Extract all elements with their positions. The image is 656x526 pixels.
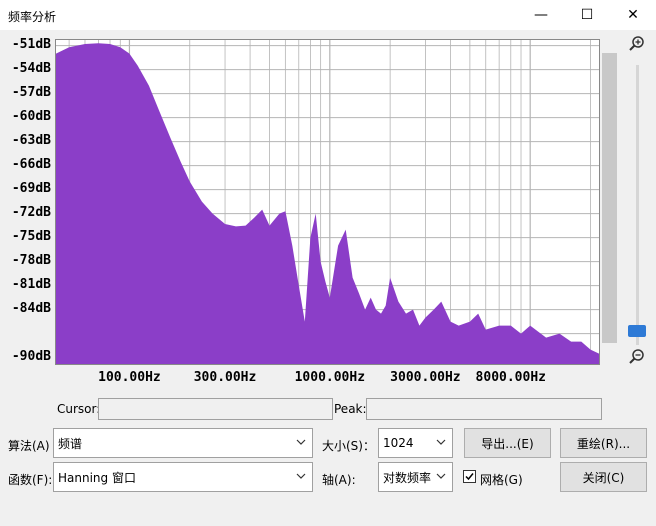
x-tick-label: 300.00Hz xyxy=(193,370,257,385)
x-tick-label: 3000.00Hz xyxy=(390,370,461,385)
size-label: 大小(S)： xyxy=(322,439,375,453)
spectrum-svg xyxy=(56,40,599,364)
y-tick-label: -84dB xyxy=(11,300,51,316)
function-select[interactable]: Hanning 窗口 xyxy=(53,462,313,492)
grid-checkbox[interactable] xyxy=(463,470,476,483)
y-tick-label: -57dB xyxy=(11,84,51,100)
algorithm-select[interactable]: 频谱 xyxy=(53,428,313,458)
export-button[interactable]: 导出...(E) xyxy=(464,428,551,458)
axis-value: 对数频率 xyxy=(383,470,432,485)
x-tick-label: 100.00Hz xyxy=(98,370,161,385)
zoom-out-icon[interactable] xyxy=(628,348,646,366)
zoom-in-icon[interactable] xyxy=(628,35,646,53)
y-tick-label: -78dB xyxy=(11,252,51,268)
spectrum-plot[interactable] xyxy=(55,39,600,365)
algorithm-value: 频谱 xyxy=(58,436,83,451)
vertical-scrollbar[interactable] xyxy=(602,53,617,343)
zoom-slider-knob[interactable] xyxy=(628,325,646,337)
function-value: Hanning 窗口 xyxy=(58,470,136,485)
maximize-icon: ☐ xyxy=(580,7,594,23)
chevron-down-icon xyxy=(436,439,446,445)
maximize-button[interactable]: ☐ xyxy=(564,0,610,30)
chevron-down-icon xyxy=(296,439,306,445)
y-tick-label: -51dB xyxy=(11,36,51,52)
chevron-down-icon xyxy=(296,473,306,479)
size-value: 1024 xyxy=(383,436,414,450)
checkmark-icon xyxy=(465,473,474,481)
function-label: 函数(F): xyxy=(8,473,53,487)
minimize-icon: — xyxy=(534,7,548,23)
close-window-button[interactable]: ✕ xyxy=(610,0,656,30)
y-tick-label: -60dB xyxy=(11,108,51,124)
cursor-label: Cursor: xyxy=(57,402,101,416)
y-tick-label: -90dB xyxy=(11,348,51,364)
y-tick-label: -69dB xyxy=(11,180,51,196)
peak-label: Peak: xyxy=(334,402,367,416)
x-tick-label: 1000.00Hz xyxy=(294,370,366,385)
algorithm-label: 算法(A) xyxy=(8,439,50,453)
peak-field xyxy=(366,398,602,420)
replot-button[interactable]: 重绘(R)... xyxy=(560,428,647,458)
close-button[interactable]: 关闭(C) xyxy=(560,462,647,492)
x-tick-label: 8000.00Hz xyxy=(475,370,546,385)
y-tick-label: -72dB xyxy=(11,204,51,220)
close-icon: ✕ xyxy=(627,7,639,23)
axis-label: 轴(A): xyxy=(322,473,356,487)
cursor-field xyxy=(98,398,333,420)
window-title: 频率分析 xyxy=(8,10,57,24)
size-select[interactable]: 1024 xyxy=(378,428,453,458)
zoom-slider-track[interactable] xyxy=(636,65,639,345)
y-tick-label: -66dB xyxy=(11,156,51,172)
y-tick-label: -81dB xyxy=(11,276,51,292)
scrollbar-thumb[interactable] xyxy=(602,53,617,343)
y-tick-label: -54dB xyxy=(11,60,51,76)
y-tick-label: -75dB xyxy=(11,228,51,244)
minimize-button[interactable]: — xyxy=(518,0,564,30)
chevron-down-icon xyxy=(436,473,446,479)
y-tick-label: -63dB xyxy=(11,132,51,148)
title-bar: 频率分析 — ☐ ✕ xyxy=(0,0,656,30)
spectrum-area xyxy=(56,43,599,364)
axis-select[interactable]: 对数频率 xyxy=(378,462,453,492)
grid-checkbox-label[interactable]: 网格(G) xyxy=(480,471,523,488)
